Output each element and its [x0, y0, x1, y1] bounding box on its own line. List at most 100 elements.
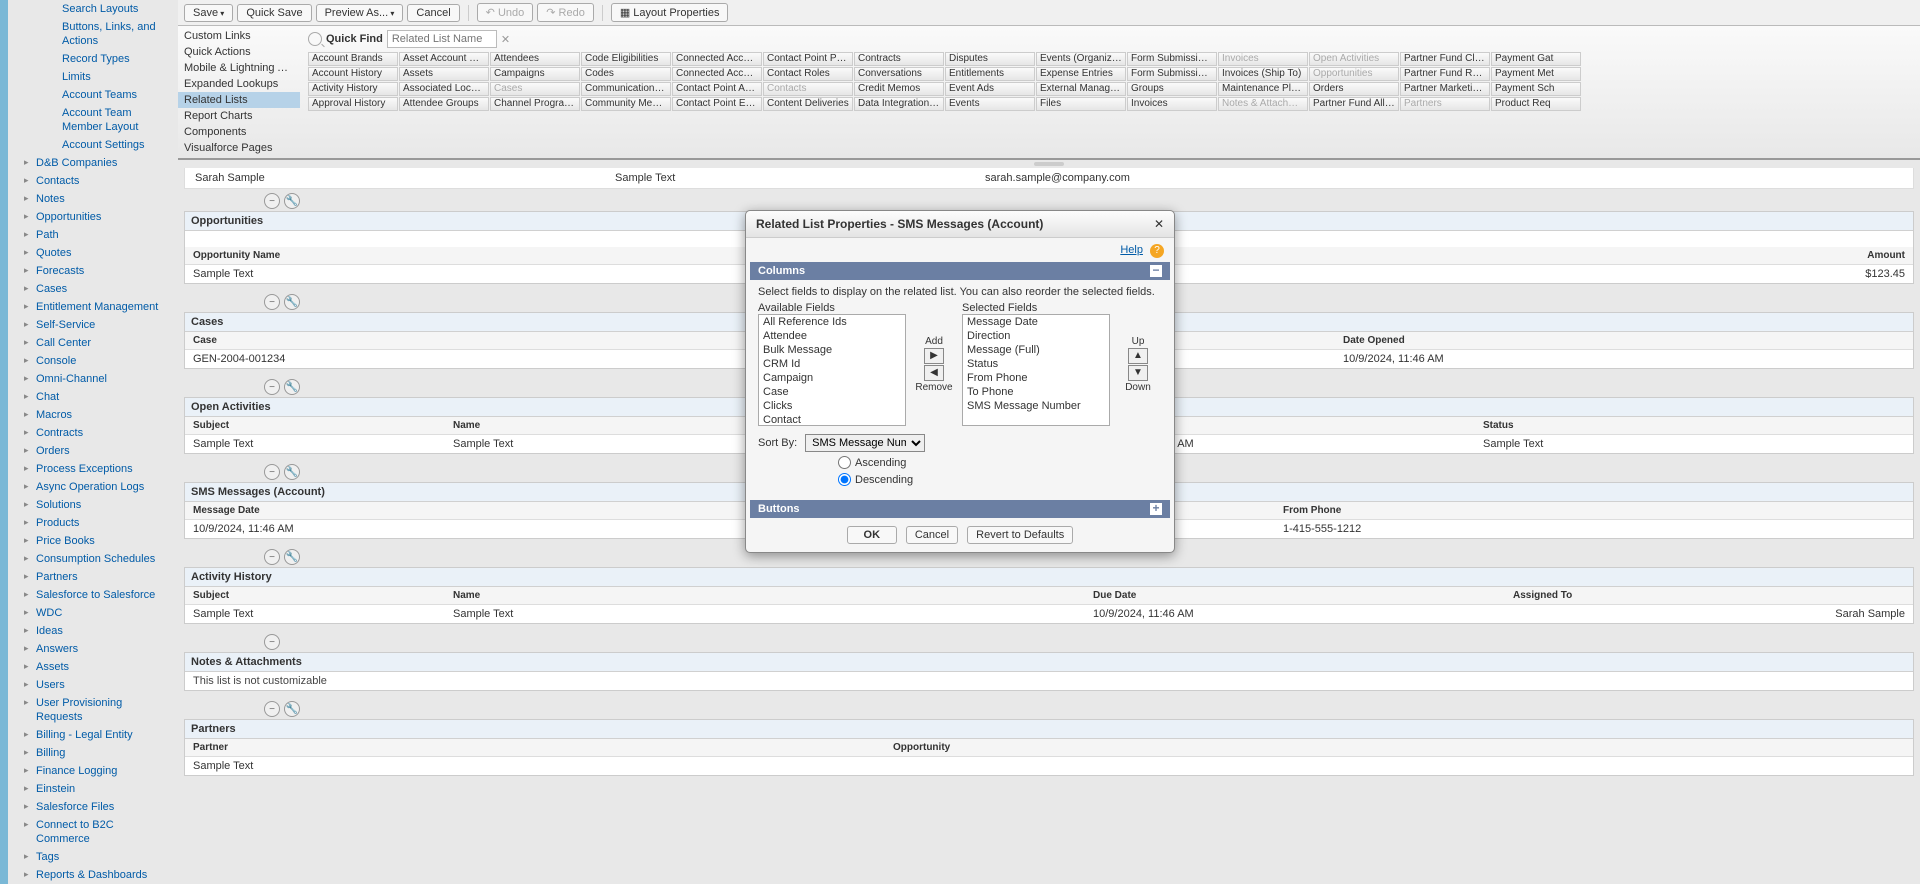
rl-remove-icon[interactable]: −: [264, 379, 280, 395]
sidebar-item[interactable]: Forecasts: [8, 262, 178, 280]
related-list-item[interactable]: Connected Accounts: [672, 67, 762, 81]
related-list-item[interactable]: Entitlements: [945, 67, 1035, 81]
related-list-item[interactable]: Product Req: [1491, 97, 1581, 111]
sidebar-item[interactable]: Omni-Channel: [8, 370, 178, 388]
related-list-item[interactable]: Codes: [581, 67, 671, 81]
rl-remove-icon[interactable]: −: [264, 294, 280, 310]
related-list-item[interactable]: Event Ads: [945, 82, 1035, 96]
ok-button[interactable]: OK: [847, 526, 897, 544]
related-list-item[interactable]: Payment Met: [1491, 67, 1581, 81]
quick-find-input[interactable]: [387, 30, 497, 48]
related-list-item[interactable]: Form Submissions: [1127, 67, 1217, 81]
sidebar-item[interactable]: Path: [8, 226, 178, 244]
available-field-option[interactable]: CRM Id: [759, 357, 905, 371]
related-list-item[interactable]: Campaigns: [490, 67, 580, 81]
sort-by-select[interactable]: SMS Message Number: [805, 434, 925, 452]
sidebar-item[interactable]: Users: [8, 676, 178, 694]
modal-cancel-button[interactable]: Cancel: [906, 526, 958, 544]
available-field-option[interactable]: Case: [759, 385, 905, 399]
related-list-item[interactable]: Contact Point Phones: [763, 52, 853, 66]
related-list-item[interactable]: Channel Program M...: [490, 97, 580, 111]
rl-wrench-icon[interactable]: 🔧: [284, 193, 300, 209]
related-list-item[interactable]: Invoices: [1127, 97, 1217, 111]
related-list-item[interactable]: Notes & Attachments: [1218, 97, 1308, 111]
sidebar-item[interactable]: Opportunities: [8, 208, 178, 226]
sidebar-item[interactable]: Products: [8, 514, 178, 532]
panel-resize-handle[interactable]: [1034, 162, 1064, 166]
related-list-item[interactable]: Connected Account...: [672, 52, 762, 66]
related-list-item[interactable]: Invoices: [1218, 52, 1308, 66]
related-list-item[interactable]: Events (Organizer): [1036, 52, 1126, 66]
quick-save-button[interactable]: Quick Save: [237, 4, 311, 22]
sidebar-item[interactable]: Ideas: [8, 622, 178, 640]
sidebar-item[interactable]: Consumption Schedules: [8, 550, 178, 568]
sidebar-subitem[interactable]: Account Settings: [8, 136, 178, 154]
sidebar-item[interactable]: Finance Logging: [8, 762, 178, 780]
sidebar-item[interactable]: D&B Companies: [8, 154, 178, 172]
related-list-item[interactable]: Assets: [399, 67, 489, 81]
related-list-item[interactable]: External Managed ...: [1036, 82, 1126, 96]
clear-search-icon[interactable]: ✕: [501, 33, 510, 46]
redo-button[interactable]: ↷ Redo: [537, 3, 594, 22]
layout-category[interactable]: Visualforce Pages: [178, 140, 300, 156]
related-list-item[interactable]: Partner Fund Claims: [1400, 52, 1490, 66]
expand-icon[interactable]: +: [1150, 503, 1162, 515]
sidebar-item[interactable]: Macros: [8, 406, 178, 424]
rl-remove-icon[interactable]: −: [264, 193, 280, 209]
layout-properties-button[interactable]: ▦ Layout Properties: [611, 3, 729, 22]
sidebar-subitem[interactable]: Account Teams: [8, 86, 178, 104]
related-list-item[interactable]: Partner Marketing...: [1400, 82, 1490, 96]
related-list-item[interactable]: Communication Sub...: [581, 82, 671, 96]
close-icon[interactable]: ✕: [1154, 217, 1164, 231]
selected-fields-listbox[interactable]: Message DateDirectionMessage (Full)Statu…: [962, 314, 1110, 426]
related-list-item[interactable]: Activity History: [308, 82, 398, 96]
selected-field-option[interactable]: Direction: [963, 329, 1109, 343]
related-list-item[interactable]: Account Brands: [308, 52, 398, 66]
layout-category[interactable]: Expanded Lookups: [178, 76, 300, 92]
related-list-item[interactable]: Attendee Groups: [399, 97, 489, 111]
rl-remove-icon[interactable]: −: [264, 464, 280, 480]
cancel-button[interactable]: Cancel: [407, 4, 459, 22]
down-button[interactable]: ▼: [1128, 365, 1148, 381]
related-list-item[interactable]: Events: [945, 97, 1035, 111]
sidebar-item[interactable]: Answers: [8, 640, 178, 658]
rl-remove-icon[interactable]: −: [264, 549, 280, 565]
selected-field-option[interactable]: From Phone: [963, 371, 1109, 385]
available-field-option[interactable]: Clicks: [759, 399, 905, 413]
sidebar-item[interactable]: Entitlement Management: [8, 298, 178, 316]
related-list-item[interactable]: Orders: [1309, 82, 1399, 96]
sidebar-item[interactable]: Contracts: [8, 424, 178, 442]
sidebar-item[interactable]: Console: [8, 352, 178, 370]
ascending-radio[interactable]: [838, 456, 851, 469]
layout-category[interactable]: Mobile & Lightning Actions: [178, 60, 300, 76]
selected-field-option[interactable]: To Phone: [963, 385, 1109, 399]
sidebar-item[interactable]: Async Operation Logs: [8, 478, 178, 496]
selected-field-option[interactable]: SMS Message Number: [963, 399, 1109, 413]
sidebar-item[interactable]: Notes: [8, 190, 178, 208]
available-field-option[interactable]: Contact: [759, 413, 905, 426]
sidebar-item[interactable]: Salesforce Files: [8, 798, 178, 816]
related-list-item[interactable]: Contracts: [854, 52, 944, 66]
sidebar-item[interactable]: Tags: [8, 848, 178, 866]
sidebar-item[interactable]: Process Exceptions: [8, 460, 178, 478]
available-field-option[interactable]: Campaign: [759, 371, 905, 385]
related-list-item[interactable]: Credit Memos: [854, 82, 944, 96]
undo-button[interactable]: ↶ Undo: [477, 3, 534, 22]
related-list-item[interactable]: Contact Point Add...: [672, 82, 762, 96]
related-list-item[interactable]: Payment Sch: [1491, 82, 1581, 96]
related-list-item[interactable]: Approval History: [308, 97, 398, 111]
rl-wrench-icon[interactable]: 🔧: [284, 379, 300, 395]
help-link[interactable]: Help: [1120, 244, 1143, 256]
related-list-item[interactable]: Cases: [490, 82, 580, 96]
collapse-icon[interactable]: −: [1150, 265, 1162, 277]
sidebar-item[interactable]: Salesforce to Salesforce: [8, 586, 178, 604]
sidebar-subitem[interactable]: Search Layouts: [8, 0, 178, 18]
related-list-item[interactable]: Conversations: [854, 67, 944, 81]
rl-remove-icon[interactable]: −: [264, 634, 280, 650]
related-list-item[interactable]: Content Deliveries: [763, 97, 853, 111]
layout-category[interactable]: Custom Links: [178, 28, 300, 44]
selected-field-option[interactable]: Message Date: [963, 315, 1109, 329]
sidebar-item[interactable]: WDC: [8, 604, 178, 622]
related-list-item[interactable]: Contact Roles: [763, 67, 853, 81]
sidebar-subitem[interactable]: Record Types: [8, 50, 178, 68]
